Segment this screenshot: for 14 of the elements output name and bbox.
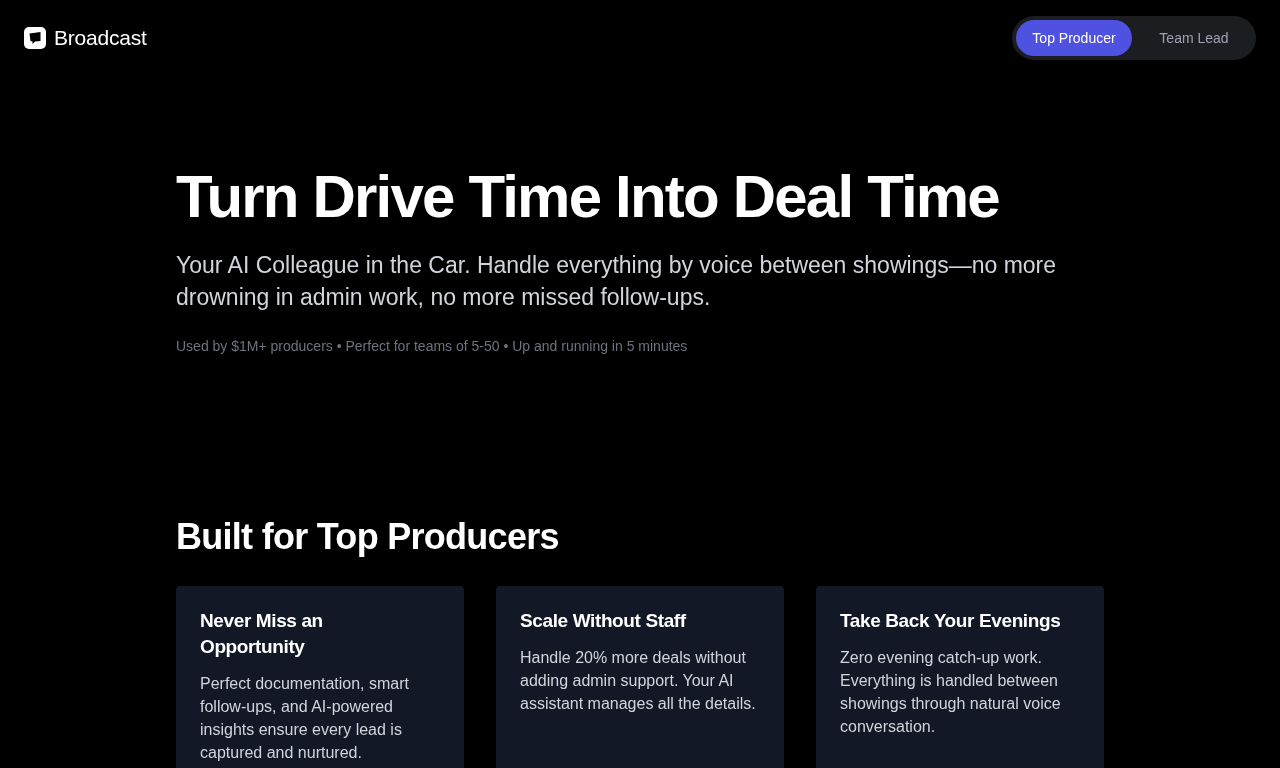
logo-icon <box>24 27 46 49</box>
card-title: Never Miss an Opportunity <box>200 609 324 659</box>
card-description: Handle 20% more deals without adding admin support. Your AI assistant manages all the details. <box>520 648 757 714</box>
toggle-option[interactable]: Team Lead <box>1136 20 1252 56</box>
logo-text: Broadcast <box>54 25 147 51</box>
card-title: Take Back Your Evenings <box>840 609 1062 633</box>
hero-title: Turn Drive Time Into Deal Time <box>176 164 1000 230</box>
hero-subtitle: Your AI Colleague in the Car. Handle everything by voice between showings—no more drowning in admin work, no more missed follow-ups. <box>176 251 1058 312</box>
card-description: Zero evening catch-up work. Everything is handled between showings through natural voice conversation. <box>840 648 1062 737</box>
section-heading: Built for Top Producers <box>176 517 560 557</box>
hero-meta: Used by $1M+ producers • Perfect for teams of 5-50 • Up and running in 5 minutes <box>176 337 689 356</box>
card-title: Scale Without Staff <box>520 609 687 633</box>
card-description: Perfect documentation, smart follow-ups, and AI-powered insights ensure every lead is captured and nurtured. <box>200 674 410 763</box>
toggle-option[interactable]: Top Producer <box>1016 20 1132 56</box>
